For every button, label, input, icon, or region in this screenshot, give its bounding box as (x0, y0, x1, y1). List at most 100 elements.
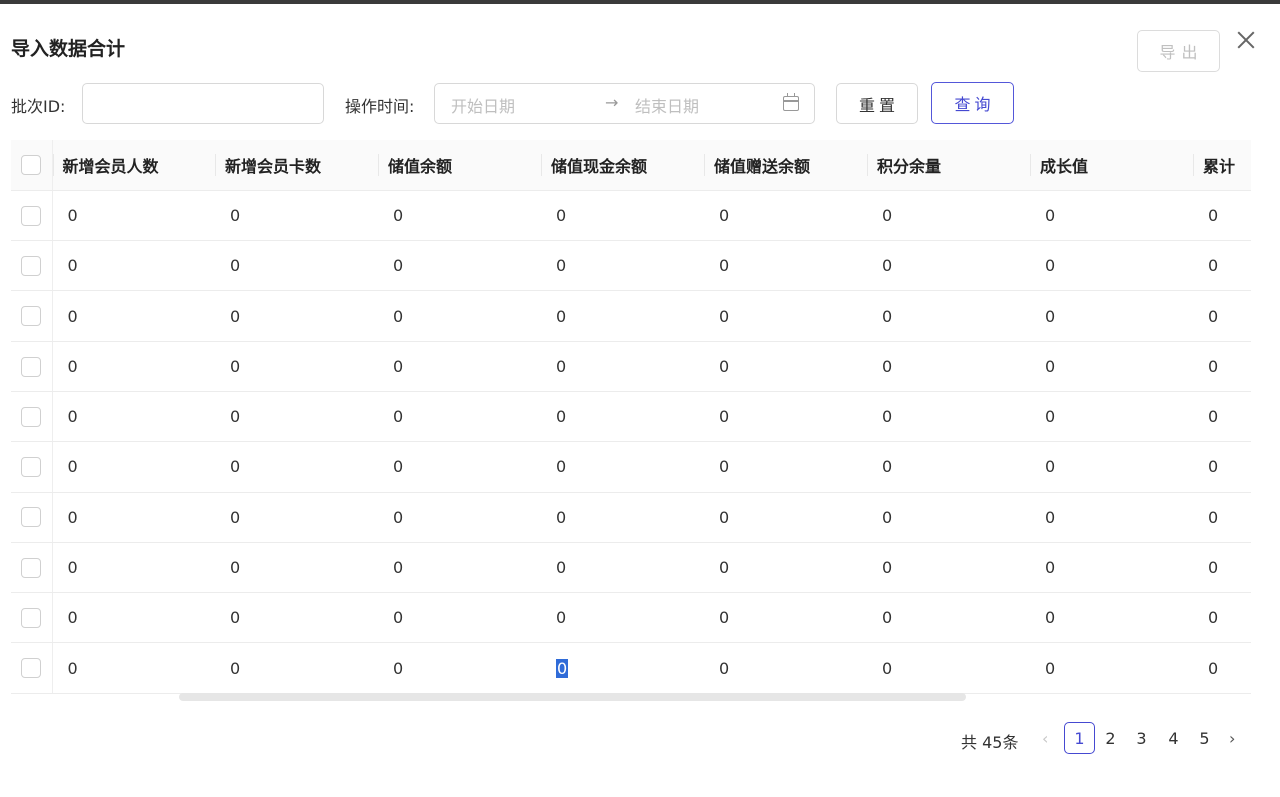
query-button[interactable]: 查询 (931, 82, 1014, 124)
table-cell: 0 (541, 441, 704, 493)
row-checkbox[interactable] (21, 507, 42, 528)
row-select-cell (11, 441, 53, 493)
table-cell: 0 (215, 592, 378, 644)
table-cell: 0 (1193, 492, 1251, 543)
table-cell: 0 (52, 391, 215, 443)
calendar-icon[interactable] (783, 93, 799, 111)
date-range-picker[interactable]: 开始日期 → 结束日期 (434, 83, 815, 124)
page-item-5[interactable]: 5 (1189, 722, 1220, 754)
table-row[interactable]: 00000000 (11, 391, 1251, 443)
table-cell: 0 (1030, 190, 1193, 242)
table-cell: 0 (52, 592, 215, 644)
table-cell: 0 (1030, 642, 1193, 694)
table-cell: 0 (867, 642, 1030, 694)
close-icon[interactable] (1234, 28, 1258, 52)
table-cell: 0 (1030, 542, 1193, 594)
table-cell: 0 (867, 190, 1030, 242)
page-item-1[interactable]: 1 (1064, 722, 1095, 754)
select-all-cell (11, 140, 53, 191)
table-row[interactable]: 00000000 (11, 492, 1251, 543)
table-row[interactable]: 00000000 (11, 542, 1251, 594)
row-checkbox[interactable] (21, 457, 42, 478)
batch-id-input[interactable] (82, 83, 324, 124)
table-cell: 0 (867, 290, 1030, 342)
table-cell: 0 (1193, 441, 1251, 493)
chevron-right-icon[interactable]: › (1229, 729, 1235, 748)
table-cell: 0 (1193, 542, 1251, 594)
table-row[interactable]: 00000000 (11, 592, 1251, 644)
row-select-cell (11, 290, 53, 342)
row-select-cell (11, 492, 53, 543)
table-cell: 0 (215, 542, 378, 594)
table-cell: 0 (1030, 341, 1193, 392)
table-cell: 0 (215, 290, 378, 342)
row-select-cell (11, 592, 53, 644)
end-date-input[interactable]: 结束日期 (635, 93, 699, 117)
table-cell: 0 (541, 391, 704, 443)
table-cell: 0 (704, 441, 867, 493)
table-cell: 0 (378, 240, 541, 292)
table-cell: 0 (704, 190, 867, 242)
date-range-separator: → (605, 93, 619, 112)
row-checkbox[interactable] (21, 557, 42, 578)
table-cell: 0 (378, 190, 541, 242)
table-cell: 0 (378, 290, 541, 342)
table-row[interactable]: 00000000 (11, 240, 1251, 292)
table-cell: 0 (1193, 190, 1251, 242)
row-select-cell (11, 240, 53, 292)
table-cell: 0 (52, 642, 215, 694)
row-checkbox[interactable] (21, 255, 42, 276)
row-checkbox[interactable] (21, 205, 42, 226)
dialog-title: 导入数据合计 (11, 38, 126, 60)
table-cell: 0 (52, 190, 215, 242)
select-all-checkbox[interactable] (21, 155, 42, 176)
row-select-cell (11, 190, 53, 242)
start-date-input[interactable]: 开始日期 (451, 93, 515, 117)
table-cell: 0 (215, 341, 378, 392)
table-cell: 0 (52, 492, 215, 543)
table-cell: 0 (1030, 592, 1193, 644)
export-button[interactable]: 导出 (1137, 30, 1220, 72)
page-item-3[interactable]: 3 (1126, 722, 1157, 754)
table-cell: 0 (704, 492, 867, 543)
row-checkbox[interactable] (21, 608, 42, 629)
page-item-2[interactable]: 2 (1095, 722, 1126, 754)
data-table: 新增会员人数 新增会员卡数 储值余额 储值现金余额 储值赠送余额 积分余量 成长… (11, 140, 1251, 703)
table-row[interactable]: 00000000 (11, 642, 1251, 694)
table-cell: 0 (378, 492, 541, 543)
table-row[interactable]: 00000000 (11, 190, 1251, 242)
column-header: 新增会员卡数 (215, 140, 378, 191)
reset-button[interactable]: 重置 (836, 83, 918, 124)
column-header: 积分余量 (867, 140, 1030, 191)
horizontal-scrollbar[interactable] (179, 693, 966, 701)
table-cell: 0 (704, 240, 867, 292)
table-cell: 0 (215, 492, 378, 543)
table-cell: 0 (52, 542, 215, 594)
chevron-left-icon[interactable]: ‹ (1042, 729, 1048, 748)
table-row[interactable]: 00000000 (11, 441, 1251, 493)
table-cell: 0 (541, 492, 704, 543)
row-checkbox[interactable] (21, 658, 42, 679)
table-cell: 0 (52, 341, 215, 392)
table-row[interactable]: 00000000 (11, 290, 1251, 342)
table-row[interactable]: 00000000 (11, 341, 1251, 392)
table-cell: 0 (1030, 441, 1193, 493)
table-cell: 0 (378, 642, 541, 694)
row-checkbox[interactable] (21, 306, 42, 327)
table-cell: 0 (378, 441, 541, 493)
table-cell: 0 (1193, 290, 1251, 342)
table-cell: 0 (52, 441, 215, 493)
table-cell: 0 (1193, 341, 1251, 392)
column-header: 储值赠送余额 (704, 140, 867, 191)
table-cell: 0 (1193, 642, 1251, 694)
column-header: 成长值 (1030, 140, 1193, 191)
pagination-total: 共 45条 (961, 733, 1019, 752)
page-item-4[interactable]: 4 (1158, 722, 1189, 754)
row-checkbox[interactable] (21, 406, 42, 427)
top-border (0, 0, 1280, 4)
row-select-cell (11, 341, 53, 392)
table-cell: 0 (215, 642, 378, 694)
row-checkbox[interactable] (21, 356, 42, 377)
table-cell: 0 (215, 240, 378, 292)
table-cell: 0 (541, 592, 704, 644)
